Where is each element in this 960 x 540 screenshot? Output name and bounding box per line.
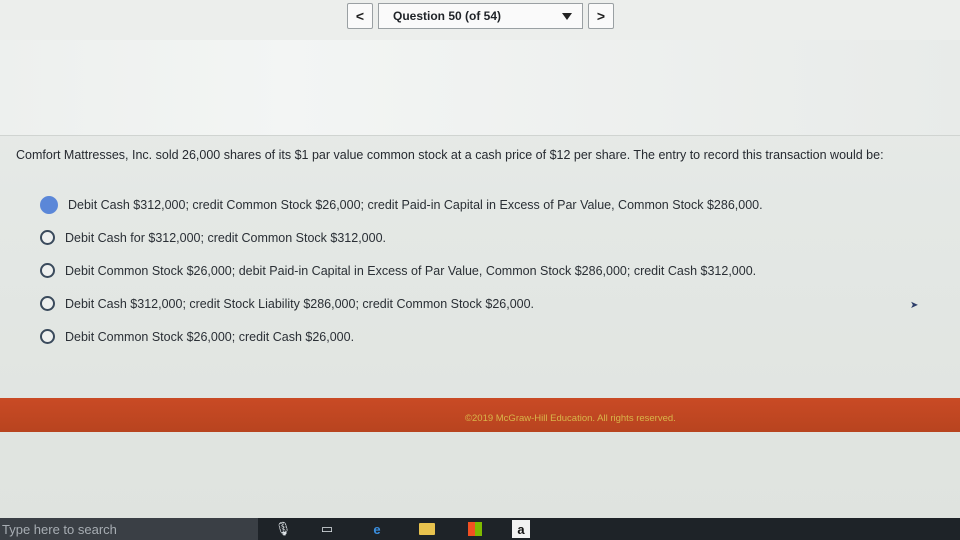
answer-choice-label: Debit Cash for $312,000; credit Common S… <box>65 230 387 245</box>
microphone-icon[interactable]: 🎙 <box>274 521 292 537</box>
answer-choice-2[interactable]: Debit Cash for $312,000; credit Common S… <box>40 221 763 254</box>
amazon-icon[interactable]: a <box>512 520 530 538</box>
edge-icon[interactable]: e <box>368 521 386 537</box>
answer-choice-1[interactable]: Debit Cash $312,000; credit Common Stock… <box>40 188 763 221</box>
mouse-cursor-icon: ➤ <box>910 300 919 311</box>
answer-choice-5[interactable]: Debit Common Stock $26,000; credit Cash … <box>40 320 763 353</box>
answer-choice-label: Debit Common Stock $26,000; debit Paid-i… <box>65 263 757 278</box>
answer-choice-label: Debit Cash $312,000; credit Stock Liabil… <box>65 296 535 311</box>
browser-page: < Question 50 (of 54) > Comfort Mattress… <box>0 0 960 518</box>
answer-choice-label: Debit Common Stock $26,000; credit Cash … <box>65 329 355 344</box>
search-placeholder: Type here to search <box>2 521 117 537</box>
file-explorer-icon[interactable] <box>418 521 436 537</box>
radio-unselected[interactable] <box>40 329 55 344</box>
radio-selected[interactable] <box>40 195 58 214</box>
windows-taskbar: Type here to search 🎙 ▭ e a <box>0 518 960 540</box>
answer-choice-3[interactable]: Debit Common Stock $26,000; debit Paid-i… <box>40 254 763 287</box>
copyright-text: ©2019 McGraw-Hill Education. All rights … <box>465 413 676 424</box>
question-selector[interactable]: Question 50 (of 54) <box>378 3 583 29</box>
answer-choices: Debit Cash $312,000; credit Common Stock… <box>40 188 763 353</box>
previous-question-button[interactable]: < <box>347 3 373 29</box>
answer-choice-label: Debit Cash $312,000; credit Common Stock… <box>68 197 763 212</box>
header-band <box>0 40 960 136</box>
next-question-button[interactable]: > <box>588 3 614 29</box>
store-icon[interactable] <box>466 521 484 537</box>
taskbar-search-input[interactable]: Type here to search <box>0 518 258 540</box>
question-navigation: < Question 50 (of 54) > <box>0 0 960 41</box>
task-view-icon[interactable]: ▭ <box>318 521 336 537</box>
chevron-down-icon <box>562 13 572 20</box>
question-selector-label: Question 50 (of 54) <box>393 9 502 23</box>
question-text: Comfort Mattresses, Inc. sold 26,000 sha… <box>16 148 884 162</box>
radio-unselected[interactable] <box>40 263 55 278</box>
radio-unselected[interactable] <box>40 230 55 245</box>
radio-unselected[interactable] <box>40 296 55 311</box>
answer-choice-4[interactable]: Debit Cash $312,000; credit Stock Liabil… <box>40 287 763 320</box>
